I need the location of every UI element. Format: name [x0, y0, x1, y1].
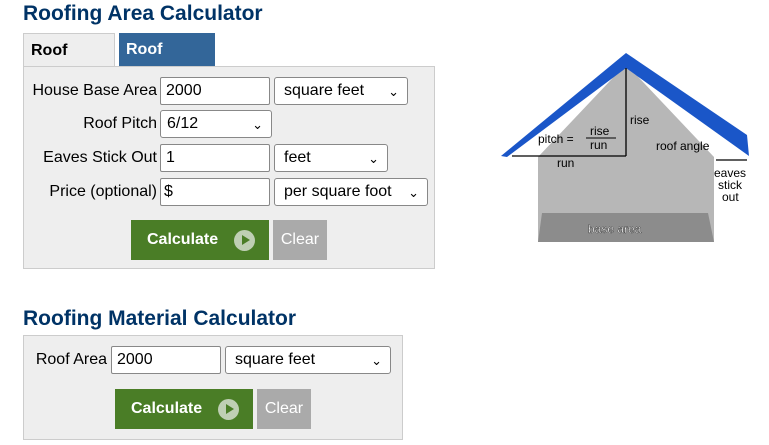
roof-pitch-select[interactable]: 6/12 ⌄: [160, 110, 272, 138]
chevron-down-icon: ⌄: [252, 117, 263, 132]
material-calculator-panel: Roof Area 2000 square feet ⌄ Calculate C…: [23, 335, 403, 440]
chevron-down-icon: ⌄: [368, 151, 379, 166]
rise-label: rise: [630, 113, 650, 127]
roof-angle-label: roof angle: [656, 139, 710, 153]
roof-area-unit-value: square feet: [235, 351, 316, 368]
price-label: Price (optional): [49, 183, 157, 200]
tab-roof-angle[interactable]: Roof Angle: [119, 33, 215, 91]
tab-roof-pitch[interactable]: Roof Pitch: [23, 33, 115, 92]
area-calculator-title: Roofing Area Calculator: [23, 2, 263, 25]
eaves-unit-select[interactable]: feet ⌄: [274, 144, 388, 172]
roof-area-unit-select[interactable]: square feet ⌄: [225, 346, 391, 374]
eaves-input[interactable]: 1: [160, 144, 270, 172]
roof-diagram: pitch = rise run run rise roof angle eav…: [501, 53, 749, 242]
eaves-unit-value: feet: [284, 149, 311, 166]
play-icon: [218, 399, 239, 420]
area-clear-button[interactable]: Clear: [273, 220, 327, 260]
material-calculate-button[interactable]: Calculate: [115, 389, 253, 429]
material-clear-button[interactable]: Clear: [257, 389, 311, 429]
roof-area-input[interactable]: 2000: [111, 346, 221, 374]
chevron-down-icon: ⌄: [408, 185, 419, 200]
price-unit-select[interactable]: per square foot ⌄: [274, 178, 428, 206]
house-base-area-unit-value: square feet: [284, 82, 365, 99]
pitch-rise: rise: [590, 124, 610, 138]
play-icon: [234, 230, 255, 251]
chevron-down-icon: ⌄: [371, 353, 382, 368]
run-label: run: [557, 156, 574, 170]
roof-pitch-label: Roof Pitch: [83, 115, 157, 132]
roof-area-label: Roof Area: [35, 351, 107, 368]
roof-pitch-value: 6/12: [167, 115, 199, 132]
pitch-label: pitch =: [538, 132, 574, 146]
house-base-area-unit-select[interactable]: square feet ⌄: [274, 77, 408, 105]
area-calculate-label: Calculate: [147, 231, 219, 248]
base-area-label: base area: [588, 222, 642, 236]
house-base-area-input[interactable]: 2000: [160, 77, 270, 105]
house-base-area-label: House Base Area: [32, 82, 157, 99]
material-calculator-title: Roofing Material Calculator: [23, 307, 297, 330]
chevron-down-icon: ⌄: [388, 84, 399, 99]
price-input[interactable]: $: [160, 178, 270, 206]
area-calculator-panel: House Base Area 2000 square feet ⌄ Roof …: [23, 66, 435, 269]
pitch-run: run: [590, 138, 607, 152]
material-calculate-label: Calculate: [131, 400, 203, 417]
eaves-label: Eaves Stick Out: [43, 149, 157, 166]
area-calculate-button[interactable]: Calculate: [131, 220, 269, 260]
eaves-label-3: out: [722, 190, 739, 204]
price-unit-value: per square foot: [284, 183, 392, 200]
